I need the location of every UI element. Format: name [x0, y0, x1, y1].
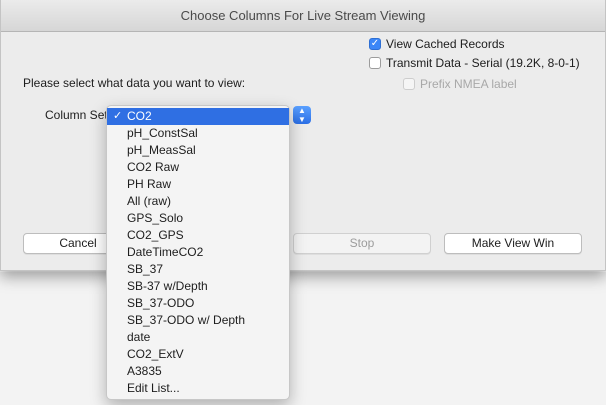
column-set-option-label: All (raw): [127, 194, 171, 208]
column-set-option-label: SB_37: [127, 262, 164, 276]
column-set-option[interactable]: SB_37: [107, 261, 289, 278]
column-set-option[interactable]: SB_37-ODO: [107, 295, 289, 312]
checkbox-disabled-icon: [403, 78, 415, 90]
column-set-option[interactable]: GPS_Solo: [107, 210, 289, 227]
prefix-nmea-label: Prefix NMEA label: [420, 77, 517, 91]
column-set-option-label: DateTimeCO2: [127, 245, 204, 259]
column-set-option[interactable]: All (raw): [107, 193, 289, 210]
column-set-option[interactable]: DateTimeCO2: [107, 244, 289, 261]
column-set-option-label: SB_37-ODO w/ Depth: [127, 313, 246, 327]
choose-columns-dialog: Choose Columns For Live Stream Viewing ✓…: [0, 0, 606, 271]
make-view-win-button[interactable]: Make View Win: [444, 233, 582, 254]
stop-button[interactable]: Stop: [293, 233, 431, 254]
column-set-option-label: pH_MeasSal: [127, 143, 196, 157]
column-set-option[interactable]: CO2_GPS: [107, 227, 289, 244]
background-window: [0, 272, 606, 405]
view-cached-records-checkbox[interactable]: ✓ View Cached Records: [369, 37, 505, 51]
checkbox-checked-icon: ✓: [369, 38, 381, 50]
column-set-option[interactable]: CO2 Raw: [107, 159, 289, 176]
column-set-option[interactable]: ✓ CO2: [107, 108, 289, 125]
column-set-option[interactable]: A3835: [107, 363, 289, 380]
column-set-option[interactable]: Edit List...: [107, 380, 289, 397]
column-set-option-label: CO2: [127, 109, 152, 123]
column-set-option[interactable]: SB-37 w/Depth: [107, 278, 289, 295]
column-set-option[interactable]: CO2_ExtV: [107, 346, 289, 363]
column-set-option[interactable]: pH_MeasSal: [107, 142, 289, 159]
column-set-option[interactable]: PH Raw: [107, 176, 289, 193]
transmit-data-label: Transmit Data - Serial (19.2K, 8-0-1): [386, 56, 580, 70]
column-set-dropdown-menu[interactable]: ✓ CO2 pH_ConstSal pH_MeasSal CO2 Raw PH Raw Al…: [106, 105, 290, 400]
column-set-option[interactable]: SB_37-ODO w/ Depth: [107, 312, 289, 329]
column-set-option-label: CO2_GPS: [127, 228, 184, 242]
transmit-data-checkbox[interactable]: Transmit Data - Serial (19.2K, 8-0-1): [369, 56, 580, 70]
column-set-option-label: A3835: [127, 364, 162, 378]
column-set-option-label: SB-37 w/Depth: [127, 279, 208, 293]
checkmark-icon: ✓: [113, 110, 123, 122]
column-set-option-label: GPS_Solo: [127, 211, 184, 225]
column-set-option-label: Edit List...: [127, 381, 180, 395]
column-set-option-label: CO2_ExtV: [127, 347, 184, 361]
column-set-option-label: CO2 Raw: [127, 160, 180, 174]
column-set-option-label: date: [127, 330, 151, 344]
column-set-label: Column Set:: [45, 108, 111, 122]
prefix-nmea-checkbox: Prefix NMEA label: [403, 77, 517, 91]
column-set-option-label: pH_ConstSal: [127, 126, 198, 140]
select-data-prompt: Please select what data you want to view…: [23, 76, 246, 90]
column-set-option-label: SB_37-ODO: [127, 296, 195, 310]
column-set-option-label: PH Raw: [127, 177, 172, 191]
window-title: Choose Columns For Live Stream Viewing: [1, 0, 605, 32]
column-set-option[interactable]: pH_ConstSal: [107, 125, 289, 142]
checkbox-unchecked-icon: [369, 57, 381, 69]
column-set-option[interactable]: date: [107, 329, 289, 346]
select-arrows-icon[interactable]: ▲ ▼: [293, 106, 311, 124]
view-cached-records-label: View Cached Records: [386, 37, 505, 51]
